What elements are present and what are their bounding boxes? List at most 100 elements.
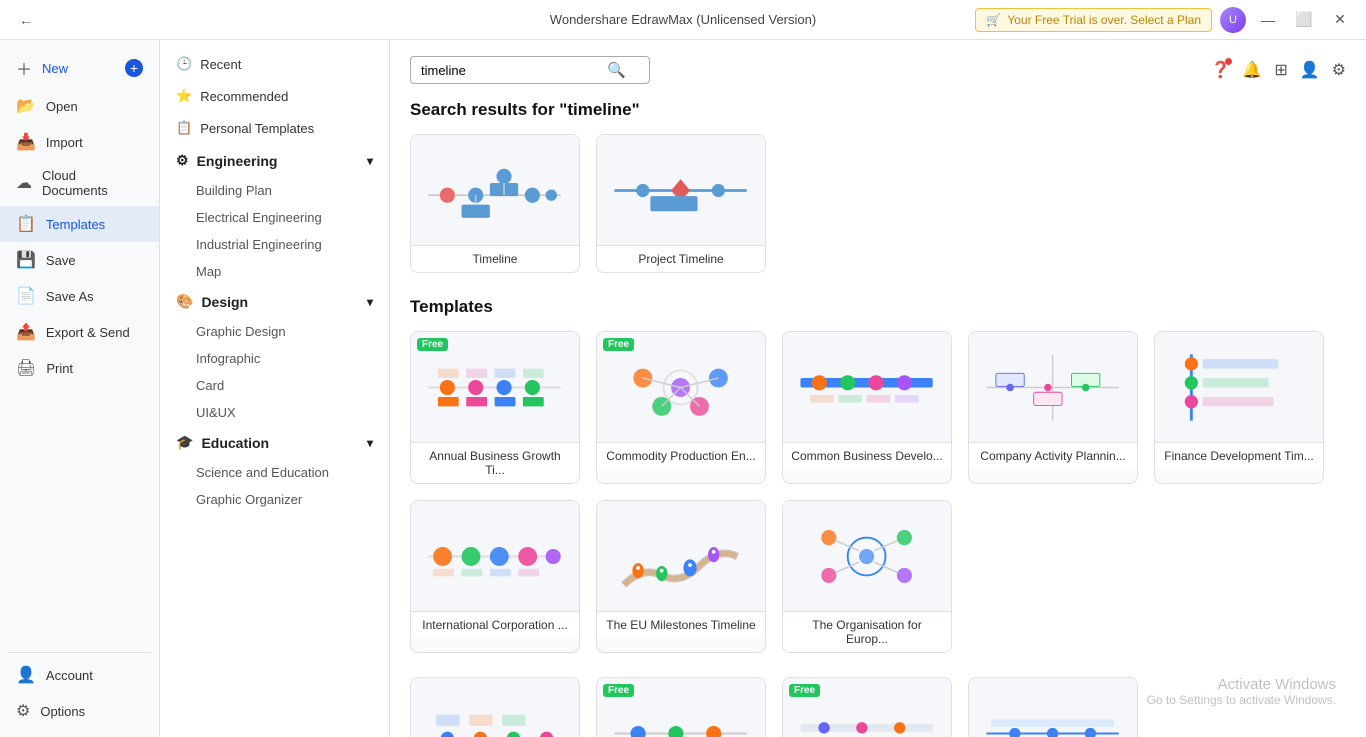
export-icon: 📤	[16, 322, 36, 342]
template-label-eu: The EU Milestones Timeline	[597, 611, 765, 638]
template-card-common-business[interactable]: Common Business Develo...	[782, 331, 952, 484]
nav-recommended[interactable]: ⭐ Recommended	[160, 80, 389, 112]
avatar[interactable]: U	[1220, 7, 1246, 33]
template-card-extra[interactable]: Project Plan Ti...	[968, 677, 1138, 737]
nav-sub-industrial[interactable]: Industrial Engineering	[160, 231, 389, 258]
sidebar-item-saveas[interactable]: 📄 Save As	[0, 278, 159, 314]
search-results-grid: Timeline Project Timeline	[410, 134, 1346, 273]
account-icon: 👤	[16, 665, 36, 685]
sidebar-item-templates[interactable]: 📋 Templates	[0, 206, 159, 242]
sidebar-item-save[interactable]: 💾 Save	[0, 242, 159, 278]
nav-recent-label: Recent	[200, 57, 241, 72]
nav-personal-templates[interactable]: 📋 Personal Templates	[160, 112, 389, 144]
template-card-timeline[interactable]: Timeline	[410, 134, 580, 273]
sidebar-label-save: Save	[46, 253, 76, 268]
nav-recommended-label: Recommended	[200, 89, 288, 104]
design-icon: 🎨	[176, 293, 193, 310]
sidebar-label-export: Export & Send	[46, 325, 130, 340]
sidebar-item-cloud[interactable]: ☁ Cloud Documents	[0, 160, 159, 206]
sidebar-item-import[interactable]: 📥 Import	[0, 124, 159, 160]
design-chevron-icon: ▾	[367, 295, 373, 309]
nav-category-education[interactable]: 🎓 Education ▾	[160, 426, 389, 459]
share-button[interactable]: 👤	[1300, 60, 1320, 80]
sidebar-item-new[interactable]: ＋ New +	[0, 48, 159, 88]
print-icon: 🖨	[16, 358, 36, 378]
nav-sub-map[interactable]: Map	[160, 258, 389, 285]
cloud-icon: ☁	[16, 173, 32, 193]
free-badge-2: Free	[603, 338, 634, 351]
template-thumb-timeline	[411, 135, 579, 245]
template-card-eu-milestones[interactable]: The EU Milestones Timeline	[596, 500, 766, 653]
settings-button[interactable]: ⚙	[1332, 60, 1346, 80]
notification-button[interactable]: 🔔	[1242, 60, 1262, 80]
template-card-international[interactable]: International Corporation ...	[410, 500, 580, 653]
top-bar: 🔍 ❓ 🔔 ⊞ 👤 ⚙	[410, 56, 1346, 84]
nav-sub-card[interactable]: Card	[160, 372, 389, 399]
sidebar-item-account[interactable]: 👤 Account	[0, 657, 159, 693]
template-label-annual: Annual Business Growth Ti...	[411, 442, 579, 483]
app-body: ＋ New + 📂 Open 📥 Import ☁ Cloud Document…	[0, 40, 1366, 737]
nav-sub-science[interactable]: Science and Education	[160, 459, 389, 486]
trial-label: Your Free Trial is over. Select a Plan	[1007, 13, 1201, 27]
recommended-icon: ⭐	[176, 88, 192, 104]
right-nav: 🕒 Recent ⭐ Recommended 📋 Personal Templa…	[160, 40, 390, 737]
search-input[interactable]	[421, 63, 601, 78]
template-card-finance[interactable]: Finance Development Tim...	[1154, 331, 1324, 484]
template-thumb-free2: Free	[597, 678, 765, 737]
education-icon: 🎓	[176, 434, 193, 451]
template-thumb-travel	[411, 678, 579, 737]
maximize-button[interactable]: ⬜	[1290, 6, 1318, 34]
template-card-commodity[interactable]: Free Commodity Production En...	[596, 331, 766, 484]
sidebar-item-options[interactable]: ⚙ Options	[0, 693, 159, 729]
nav-sub-graphic-design[interactable]: Graphic Design	[160, 318, 389, 345]
search-results-title: Search results for "timeline"	[410, 100, 1346, 120]
sidebar-label-import: Import	[46, 135, 83, 150]
back-button[interactable]: ←	[12, 6, 40, 34]
template-thumb-commodity: Free	[597, 332, 765, 442]
free-badge-4: Free	[789, 684, 820, 697]
engineering-icon: ⚙	[176, 152, 189, 169]
search-box[interactable]: 🔍	[410, 56, 650, 84]
template-thumb-finance	[1155, 332, 1323, 442]
template-card-organisation[interactable]: The Organisation for Europ...	[782, 500, 952, 653]
template-card-free-2[interactable]: Free Engineering Adju...	[596, 677, 766, 737]
nav-sub-uiux[interactable]: UI&UX	[160, 399, 389, 426]
nav-sub-infographic[interactable]: Infographic	[160, 345, 389, 372]
sidebar-label-templates: Templates	[46, 217, 105, 232]
design-label: Design	[201, 294, 248, 310]
grid-button[interactable]: ⊞	[1274, 60, 1287, 80]
template-card-travel[interactable]: Travel Industry Ti...	[410, 677, 580, 737]
template-label-organisation: The Organisation for Europ...	[783, 611, 951, 652]
template-card-free-3[interactable]: Free Business Plan Ti...	[782, 677, 952, 737]
nav-sub-electrical[interactable]: Electrical Engineering	[160, 204, 389, 231]
template-card-company-activity[interactable]: Company Activity Plannin...	[968, 331, 1138, 484]
search-icon[interactable]: 🔍	[607, 61, 626, 79]
nav-category-engineering[interactable]: ⚙ Engineering ▾	[160, 144, 389, 177]
personal-icon: 📋	[176, 120, 192, 136]
cart-icon: 🛒	[986, 13, 1001, 27]
sidebar-label-saveas: Save As	[46, 289, 94, 304]
nav-sub-building-plan[interactable]: Building Plan	[160, 177, 389, 204]
sidebar-label-cloud: Cloud Documents	[42, 168, 143, 198]
template-card-project-timeline[interactable]: Project Timeline	[596, 134, 766, 273]
template-card-annual-business[interactable]: Free	[410, 331, 580, 484]
sidebar-item-open[interactable]: 📂 Open	[0, 88, 159, 124]
nav-personal-label: Personal Templates	[200, 121, 314, 136]
new-icon: ＋	[16, 56, 32, 80]
saveas-icon: 📄	[16, 286, 36, 306]
nav-sub-graphic-organizer[interactable]: Graphic Organizer	[160, 486, 389, 513]
close-button[interactable]: ✕	[1326, 6, 1354, 34]
minimize-button[interactable]: —	[1254, 6, 1282, 34]
template-thumb-annual: Free	[411, 332, 579, 442]
nav-recent[interactable]: 🕒 Recent	[160, 48, 389, 80]
trial-button[interactable]: 🛒 Your Free Trial is over. Select a Plan	[975, 8, 1212, 32]
sidebar-item-print[interactable]: 🖨 Print	[0, 350, 159, 386]
help-button[interactable]: ❓	[1210, 60, 1230, 80]
nav-category-design[interactable]: 🎨 Design ▾	[160, 285, 389, 318]
template-thumb-company	[969, 332, 1137, 442]
save-icon: 💾	[16, 250, 36, 270]
education-chevron-icon: ▾	[367, 436, 373, 450]
education-label: Education	[201, 435, 269, 451]
app-title: Wondershare EdrawMax (Unlicensed Version…	[550, 12, 816, 27]
sidebar-item-export[interactable]: 📤 Export & Send	[0, 314, 159, 350]
